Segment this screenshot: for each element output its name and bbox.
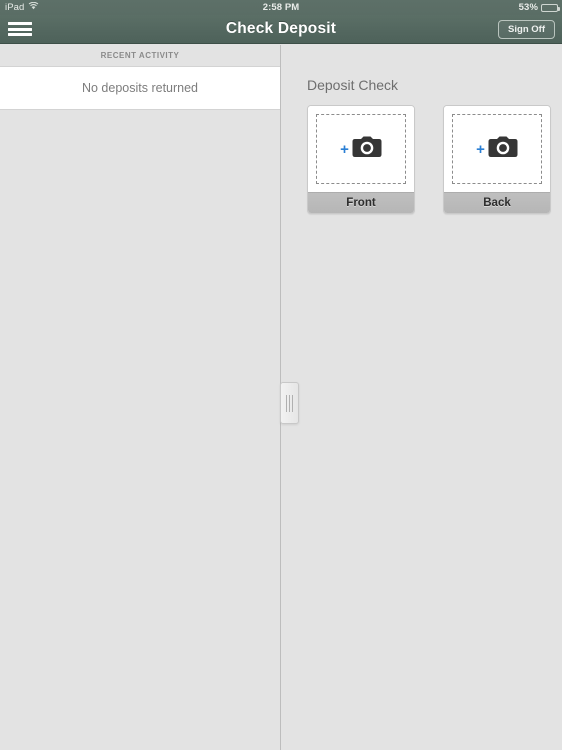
sign-off-button[interactable]: Sign Off xyxy=(498,19,555,39)
empty-state-message: No deposits returned xyxy=(81,81,199,95)
capture-area-back[interactable]: + xyxy=(444,106,550,192)
status-bar-time: 2:58 PM xyxy=(262,2,300,13)
plus-icon: + xyxy=(340,140,349,158)
capture-area-front[interactable]: + xyxy=(308,106,414,192)
capture-label-front: Front xyxy=(308,192,414,213)
camera-icon xyxy=(488,136,518,163)
recent-activity-header: RECENT ACTIVITY xyxy=(0,45,280,66)
check-capture-row: + Front + Back xyxy=(307,105,551,214)
panel-splitter-handle[interactable] xyxy=(280,382,299,424)
deposit-check-panel: Deposit Check + Front + Back xyxy=(282,45,562,750)
plus-icon: + xyxy=(476,140,485,158)
app-root: iPad 2:58 PM 53% Check Deposit Sign Off xyxy=(0,0,562,750)
capture-card-back[interactable]: + Back xyxy=(443,105,551,214)
battery-percent-label: 53% xyxy=(518,2,538,13)
battery-icon xyxy=(541,3,560,12)
recent-activity-empty-row: No deposits returned xyxy=(0,66,280,110)
deposit-check-title: Deposit Check xyxy=(307,77,399,93)
capture-dashed-frame-back: + xyxy=(452,114,542,184)
recent-activity-panel: RECENT ACTIVITY No deposits returned xyxy=(0,45,281,750)
nav-bar: Check Deposit Sign Off xyxy=(0,15,562,44)
status-bar-right: 53% xyxy=(518,2,560,13)
camera-icon xyxy=(352,136,382,163)
status-bar: iPad 2:58 PM 53% xyxy=(0,0,562,15)
page-title: Check Deposit xyxy=(225,20,337,37)
capture-card-front[interactable]: + Front xyxy=(307,105,415,214)
capture-label-back: Back xyxy=(444,192,550,213)
capture-dashed-frame-front: + xyxy=(316,114,406,184)
